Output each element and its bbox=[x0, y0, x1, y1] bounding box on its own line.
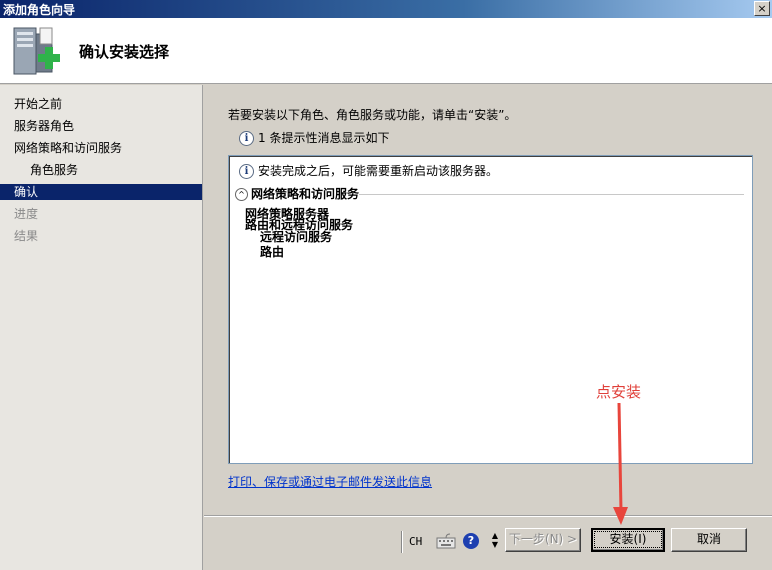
info-icon: i bbox=[239, 131, 254, 146]
message-count: i 1 条提示性消息显示如下 bbox=[239, 129, 389, 146]
info-icon: i bbox=[239, 164, 254, 179]
wizard-content: 若要安装以下角色、角色服务或功能，请单击“安装”。 i1 条提示性消息显示如下 … bbox=[204, 85, 772, 570]
footer-separator bbox=[204, 515, 772, 517]
role-service-line: 远程访问服务 bbox=[260, 230, 333, 244]
close-button[interactable]: × bbox=[754, 1, 770, 16]
server-add-role-icon bbox=[13, 27, 60, 75]
restart-note: i 安装完成之后，可能需要重新启动该服务器。 bbox=[239, 162, 498, 179]
annotation-arrow-icon bbox=[613, 403, 628, 525]
step-results: 结果 bbox=[14, 229, 39, 243]
wizard-steps-sidebar: 开始之前 服务器角色 网络策略和访问服务 角色服务 确认 进度 结果 bbox=[0, 85, 203, 570]
role-service-line: 路由 bbox=[260, 245, 285, 259]
keyboard-icon[interactable] bbox=[436, 532, 456, 550]
print-save-email-link[interactable]: 打印、保存或通过电子邮件发送此信息 bbox=[228, 473, 432, 490]
help-icon[interactable]: ? bbox=[463, 533, 479, 549]
install-button-label: 安装(I) bbox=[594, 531, 662, 548]
title-bar: 添加角色向导 × bbox=[0, 0, 772, 18]
section-divider bbox=[359, 194, 744, 195]
step-server-roles[interactable]: 服务器角色 bbox=[14, 118, 74, 134]
message-count-text: 1 条提示性消息显示如下 bbox=[258, 131, 390, 145]
install-button[interactable]: 安装(I) bbox=[591, 528, 665, 552]
collapse-icon[interactable]: ^ bbox=[235, 188, 248, 201]
page-heading: 确认安装选择 bbox=[79, 43, 170, 61]
toolbar-separator bbox=[401, 531, 403, 553]
annotation-label: 点安装 bbox=[596, 383, 642, 401]
next-button: 下一步(N) > bbox=[505, 528, 581, 552]
step-network-policy[interactable]: 网络策略和访问服务 bbox=[14, 140, 122, 156]
step-confirmation[interactable]: 确认 bbox=[0, 184, 202, 200]
restart-note-text: 安装完成之后，可能需要重新启动该服务器。 bbox=[258, 164, 499, 178]
wizard-header: 确认安装选择 bbox=[0, 18, 772, 84]
section-header[interactable]: ^ 网络策略和访问服务 bbox=[235, 185, 359, 202]
step-before-you-begin[interactable]: 开始之前 bbox=[14, 96, 62, 112]
options-arrows-icon[interactable]: ▲ ▼ bbox=[490, 531, 500, 551]
intro-text: 若要安装以下角色、角色服务或功能，请单击“安装”。 bbox=[228, 108, 517, 122]
step-role-services[interactable]: 角色服务 bbox=[30, 162, 78, 178]
button-bar: CH ? ▲ ▼ 下一步(N) > 安装(I) 取消 bbox=[204, 525, 772, 565]
selection-details-box[interactable]: i 安装完成之后，可能需要重新启动该服务器。 ^ 网络策略和访问服务 网络策略服务器… bbox=[228, 155, 753, 464]
cancel-button[interactable]: 取消 bbox=[671, 528, 747, 552]
window-title: 添加角色向导 bbox=[3, 3, 76, 17]
step-progress: 进度 bbox=[14, 207, 39, 221]
section-title: 网络策略和访问服务 bbox=[251, 187, 360, 201]
language-indicator[interactable]: CH bbox=[409, 535, 422, 548]
